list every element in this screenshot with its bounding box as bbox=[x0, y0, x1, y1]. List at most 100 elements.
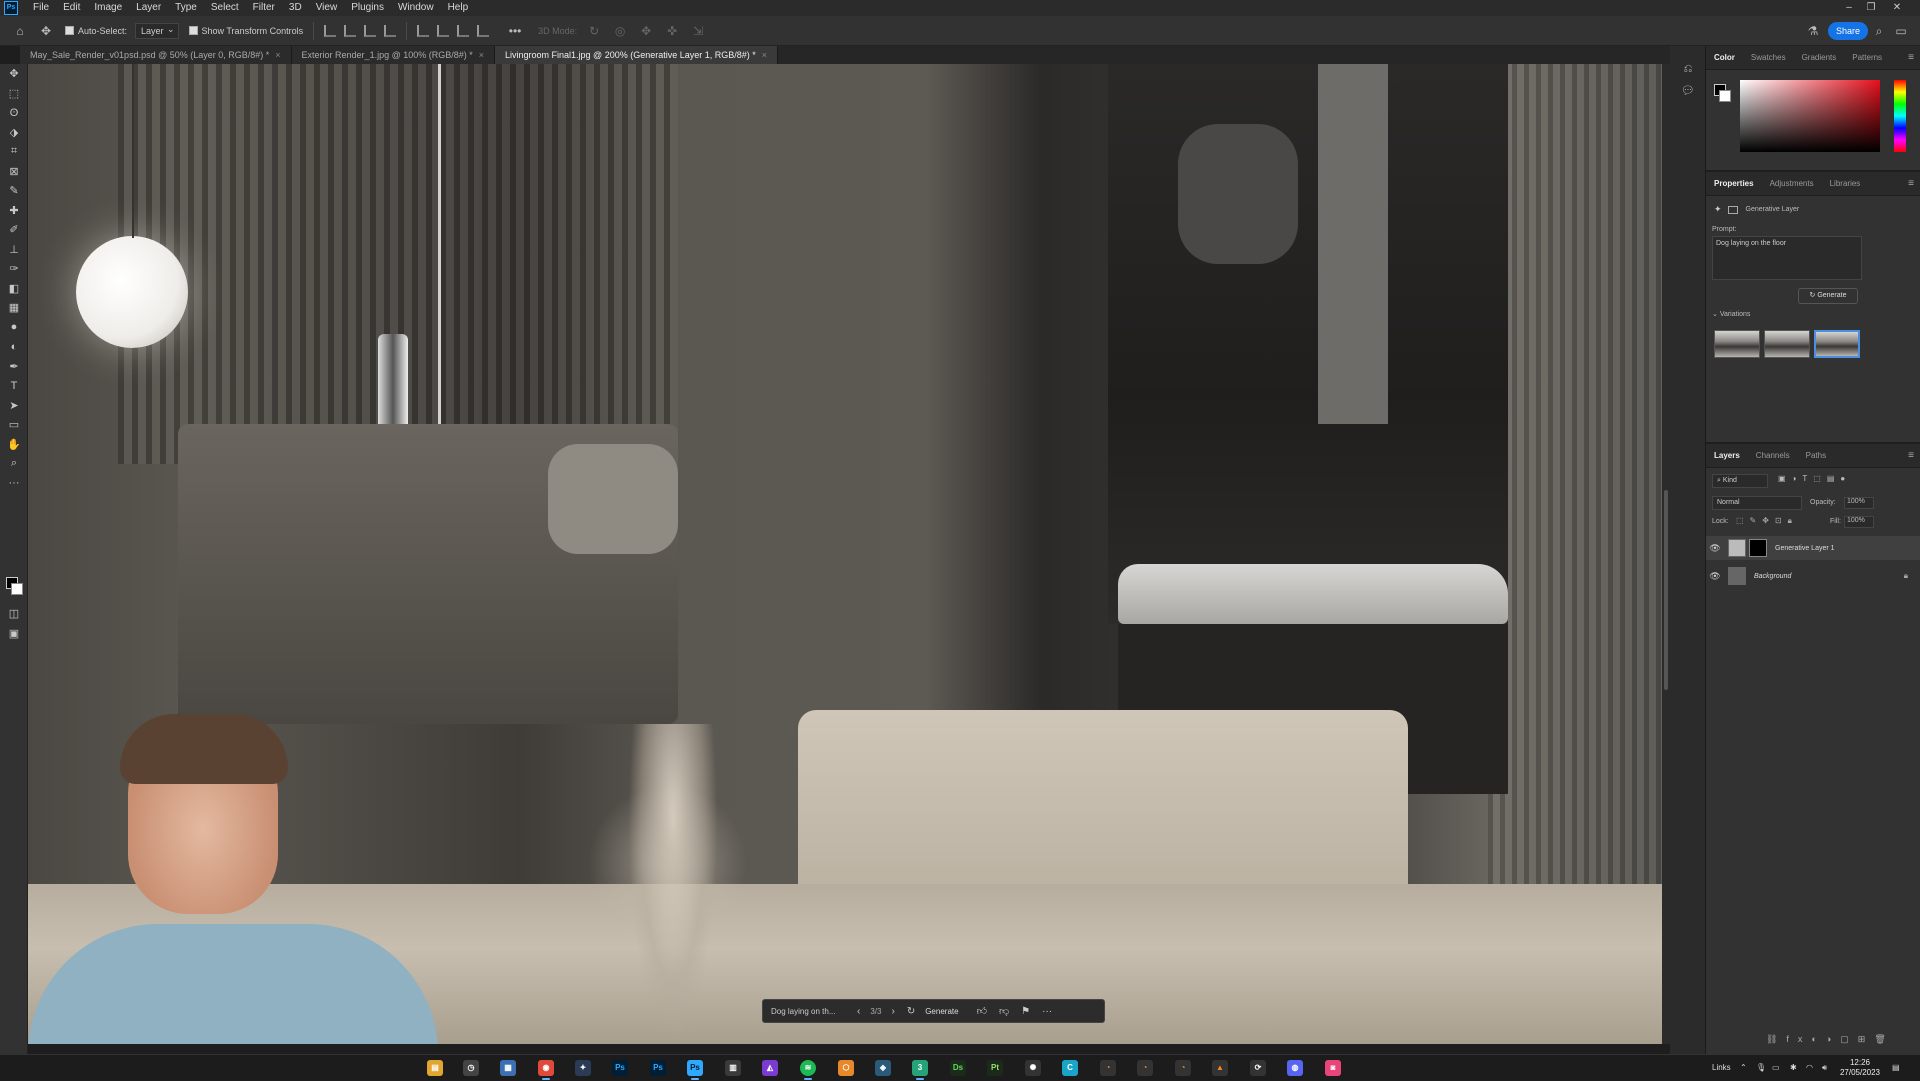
tab-channels[interactable]: Channels bbox=[1748, 444, 1798, 468]
object-select-tool-icon[interactable]: ⬗ bbox=[0, 123, 28, 143]
align-right-icon[interactable] bbox=[364, 24, 377, 37]
clock-app-icon[interactable]: ◷ bbox=[463, 1060, 479, 1076]
align-bottom-icon[interactable] bbox=[457, 24, 470, 37]
cinema-icon[interactable]: C bbox=[1062, 1060, 1078, 1076]
rectangle-tool-icon[interactable]: ▭ bbox=[0, 415, 28, 435]
layers-footer-icons[interactable]: ⛓fx◐◑▢⊞🗑︎ bbox=[1766, 1034, 1895, 1045]
learn-icon[interactable]: ⚗ bbox=[1805, 23, 1821, 39]
comments-icon[interactable]: 💬︎ bbox=[1670, 80, 1706, 102]
tab-properties[interactable]: Properties bbox=[1706, 172, 1762, 196]
tab-libraries[interactable]: Libraries bbox=[1822, 172, 1869, 196]
3d-scale-icon[interactable]: ⇲ bbox=[690, 23, 706, 39]
variation-thumbnail[interactable] bbox=[1714, 330, 1760, 358]
hue-slider[interactable] bbox=[1894, 80, 1906, 152]
photoshop-active-icon[interactable]: Ps bbox=[687, 1060, 703, 1080]
notes-icon[interactable]: ▥ bbox=[725, 1060, 741, 1076]
brush-tool-icon[interactable]: ✐ bbox=[0, 220, 28, 240]
align-middle-icon[interactable] bbox=[437, 24, 450, 37]
frame-tool-icon[interactable]: ⊠ bbox=[0, 162, 28, 182]
tray-links-label[interactable]: Links bbox=[1712, 1055, 1731, 1081]
doc-tab[interactable]: Exterior Render_1.jpg @ 100% (RGB/8#) * × bbox=[291, 46, 496, 64]
3d-slide-icon[interactable]: ✜ bbox=[664, 23, 680, 39]
variation-thumbnail-selected[interactable] bbox=[1814, 330, 1860, 358]
share-button[interactable]: Share bbox=[1828, 22, 1868, 40]
tab-patterns[interactable]: Patterns bbox=[1844, 46, 1890, 70]
close-tab-icon[interactable]: × bbox=[479, 50, 484, 60]
menu-window[interactable]: Window bbox=[391, 0, 441, 16]
restore-icon[interactable]: ❐ bbox=[1860, 0, 1882, 16]
auto-select-dropdown[interactable]: Layer bbox=[135, 22, 179, 39]
move-tool-preset-icon[interactable]: ✥ bbox=[38, 23, 54, 39]
panel-menu-icon[interactable]: ≡ bbox=[1908, 46, 1914, 70]
spotify-icon[interactable]: ≋ bbox=[800, 1060, 816, 1080]
align-top-icon[interactable] bbox=[417, 24, 430, 37]
marquee-tool-icon[interactable]: ⬚ bbox=[0, 84, 28, 104]
notification-icon[interactable]: ▤ bbox=[1892, 1055, 1900, 1081]
healing-brush-tool-icon[interactable]: ✚ bbox=[0, 201, 28, 221]
layer-filter-icons[interactable]: ▣◑T⬚▤● bbox=[1778, 474, 1851, 483]
menu-select[interactable]: Select bbox=[204, 0, 246, 16]
history-icon[interactable]: ⎌ bbox=[1670, 58, 1706, 80]
menu-type[interactable]: Type bbox=[168, 0, 204, 16]
doc-tab[interactable]: May_Sale_Render_v01psd.psd @ 50% (Layer … bbox=[20, 46, 292, 64]
opacity-input[interactable]: 100% bbox=[1844, 497, 1874, 509]
panel-menu-icon[interactable]: ≡ bbox=[1908, 444, 1914, 468]
workspace-icon[interactable]: ▭ bbox=[1893, 23, 1909, 39]
auto-select-checkbox[interactable] bbox=[65, 26, 74, 35]
ctx-generate-button[interactable]: Generate bbox=[925, 1007, 958, 1016]
affinity-icon[interactable]: ◭ bbox=[762, 1060, 778, 1076]
variation-thumbnail[interactable] bbox=[1764, 330, 1810, 358]
menu-filter[interactable]: Filter bbox=[246, 0, 282, 16]
thumbs-up-icon[interactable]: 👍︎ bbox=[977, 1005, 987, 1017]
tray-chevron-icon[interactable]: ⌃ bbox=[1740, 1055, 1747, 1081]
type-tool-icon[interactable]: T bbox=[0, 376, 28, 396]
settings-icon[interactable]: ✺ bbox=[1025, 1060, 1041, 1076]
gradient-tool-icon[interactable]: ▦ bbox=[0, 298, 28, 318]
chevron-right-icon[interactable]: › bbox=[891, 1006, 894, 1017]
eraser-tool-icon[interactable]: ◧ bbox=[0, 279, 28, 299]
thumbs-down-icon[interactable]: 👎︎ bbox=[999, 1005, 1009, 1017]
app-3-icon[interactable]: 3 bbox=[912, 1060, 928, 1080]
sync-icon[interactable]: ⟳ bbox=[1250, 1060, 1266, 1076]
eyedropper-tool-icon[interactable]: ✎ bbox=[0, 181, 28, 201]
3d-roll-icon[interactable]: ◎ bbox=[612, 23, 628, 39]
tab-adjustments[interactable]: Adjustments bbox=[1762, 172, 1822, 196]
file-explorer-icon[interactable]: ▤ bbox=[427, 1060, 443, 1076]
3d-rotate-icon[interactable]: ↻ bbox=[586, 23, 602, 39]
more-tools-icon[interactable]: ··· bbox=[0, 474, 28, 494]
menu-image[interactable]: Image bbox=[87, 0, 129, 16]
eye-icon[interactable]: 👁︎ bbox=[1706, 543, 1724, 554]
tab-gradients[interactable]: Gradients bbox=[1794, 46, 1845, 70]
layer-row-generative-layer-1[interactable]: 👁︎ Generative Layer 1 bbox=[1706, 536, 1920, 560]
layer-row-background[interactable]: 👁︎ Background 🔒︎ bbox=[1706, 564, 1920, 588]
lasso-tool-icon[interactable]: ʘ bbox=[0, 103, 28, 123]
close-tab-icon[interactable]: × bbox=[275, 50, 280, 60]
minimize-icon[interactable]: – bbox=[1838, 0, 1860, 16]
ctx-prompt-text[interactable]: Dog laying on th... bbox=[771, 1007, 851, 1016]
background-color-swatch[interactable] bbox=[11, 583, 23, 595]
menu-file[interactable]: File bbox=[26, 0, 56, 16]
eye-icon[interactable]: 👁︎ bbox=[1706, 571, 1724, 582]
home-icon[interactable]: ⌂ bbox=[12, 23, 28, 39]
blender-c-icon[interactable]: ◔ bbox=[1175, 1060, 1191, 1076]
flag-icon[interactable]: ⚑ bbox=[1021, 1006, 1030, 1017]
history-brush-tool-icon[interactable]: ✑ bbox=[0, 259, 28, 279]
zoom-tool-icon[interactable]: ⌕ bbox=[0, 454, 28, 474]
menu-layer[interactable]: Layer bbox=[129, 0, 168, 16]
document-canvas[interactable] bbox=[28, 64, 1662, 1044]
tab-layers[interactable]: Layers bbox=[1706, 444, 1748, 468]
search-icon[interactable]: ⌕ bbox=[1871, 23, 1887, 39]
photoshop-beta-icon[interactable]: Ps bbox=[650, 1060, 666, 1076]
align-left-icon[interactable] bbox=[324, 24, 337, 37]
dodge-tool-icon[interactable]: ◐ bbox=[0, 337, 28, 357]
fill-input[interactable]: 100% bbox=[1844, 516, 1874, 528]
menu-3d[interactable]: 3D bbox=[282, 0, 309, 16]
refresh-icon[interactable]: ↻ bbox=[907, 1006, 915, 1017]
sketchup-icon[interactable]: ◈ bbox=[875, 1060, 891, 1076]
tab-color[interactable]: Color bbox=[1706, 46, 1743, 70]
path-select-tool-icon[interactable]: ➤ bbox=[0, 396, 28, 416]
chevron-left-icon[interactable]: ‹ bbox=[857, 1006, 860, 1017]
discord-icon[interactable]: ◍ bbox=[1287, 1060, 1303, 1076]
close-icon[interactable]: ✕ bbox=[1886, 0, 1908, 16]
layer-mask-thumbnail[interactable] bbox=[1749, 539, 1767, 557]
